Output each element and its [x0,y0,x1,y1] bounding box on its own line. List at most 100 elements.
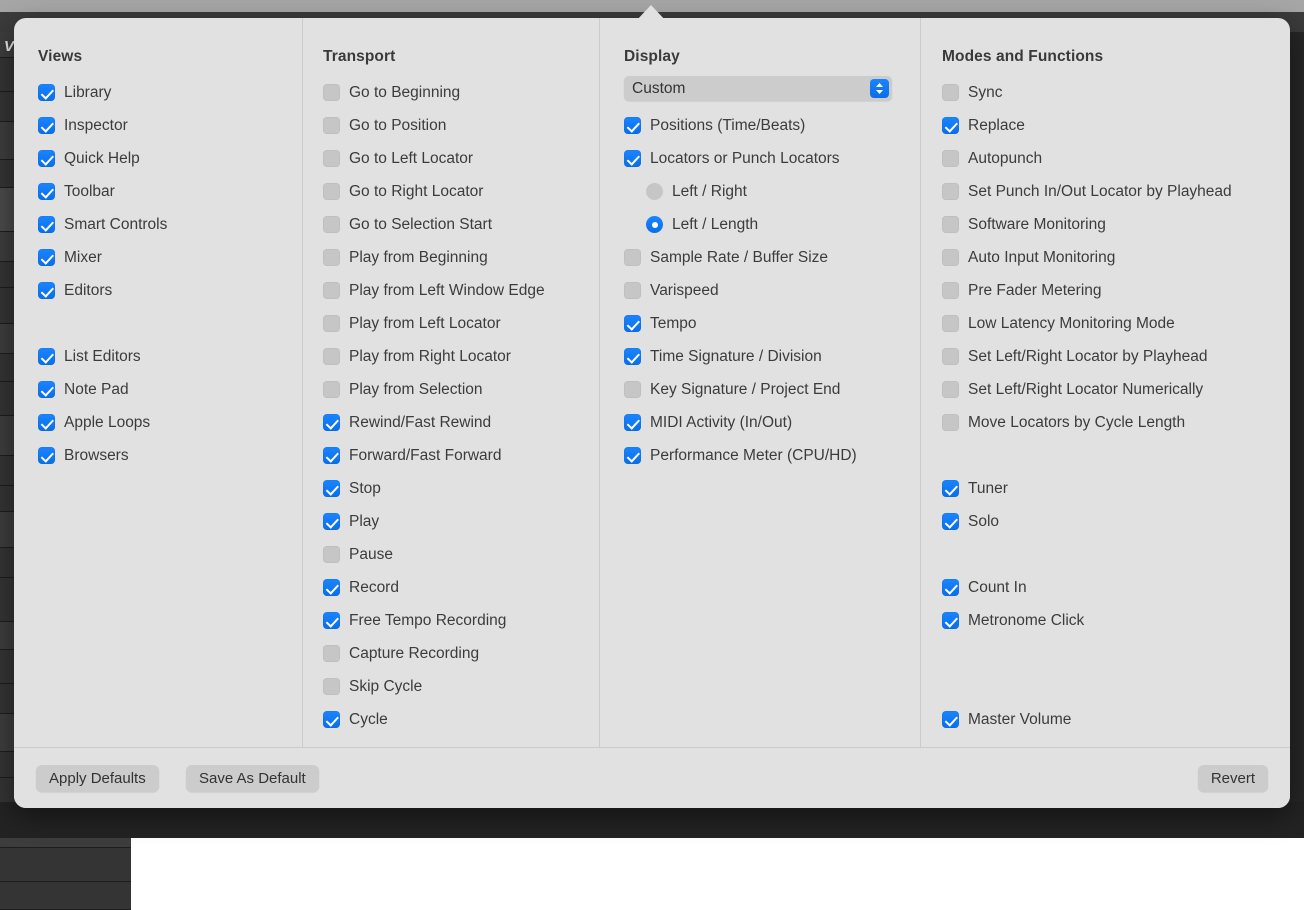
checkbox-icon[interactable] [624,282,641,299]
checkbox-icon[interactable] [323,711,340,728]
checkbox-play-from-right-locator[interactable]: Play from Right Locator [323,340,599,373]
checkbox-auto-input-monitoring[interactable]: Auto Input Monitoring [942,241,1290,274]
checkbox-icon[interactable] [323,348,340,365]
checkbox-inspector[interactable]: Inspector [38,109,302,142]
checkbox-set-left-right-locator-by-playhead[interactable]: Set Left/Right Locator by Playhead [942,340,1290,373]
checkbox-mixer[interactable]: Mixer [38,241,302,274]
checkbox-icon[interactable] [942,414,959,431]
checkbox-go-to-left-locator[interactable]: Go to Left Locator [323,142,599,175]
checkbox-positions-time-beats[interactable]: Positions (Time/Beats) [624,109,920,142]
checkbox-forward-fast-forward[interactable]: Forward/Fast Forward [323,439,599,472]
checkbox-icon[interactable] [323,579,340,596]
checkbox-icon[interactable] [38,84,55,101]
checkbox-icon[interactable] [942,315,959,332]
checkbox-apple-loops[interactable]: Apple Loops [38,406,302,439]
checkbox-sample-rate-buffer-size[interactable]: Sample Rate / Buffer Size [624,241,920,274]
checkbox-editors[interactable]: Editors [38,274,302,307]
checkbox-note-pad[interactable]: Note Pad [38,373,302,406]
checkbox-move-locators-by-cycle-length[interactable]: Move Locators by Cycle Length [942,406,1290,439]
checkbox-icon[interactable] [38,117,55,134]
checkbox-solo[interactable]: Solo [942,505,1290,538]
checkbox-icon[interactable] [323,447,340,464]
checkbox-icon[interactable] [38,150,55,167]
checkbox-tempo[interactable]: Tempo [624,307,920,340]
checkbox-list-editors[interactable]: List Editors [38,340,302,373]
checkbox-time-signature-division[interactable]: Time Signature / Division [624,340,920,373]
checkbox-go-to-right-locator[interactable]: Go to Right Locator [323,175,599,208]
checkbox-icon[interactable] [323,612,340,629]
checkbox-icon[interactable] [38,249,55,266]
checkbox-icon[interactable] [323,183,340,200]
checkbox-icon[interactable] [323,480,340,497]
checkbox-play[interactable]: Play [323,505,599,538]
checkbox-icon[interactable] [942,612,959,629]
checkbox-go-to-position[interactable]: Go to Position [323,109,599,142]
checkbox-skip-cycle[interactable]: Skip Cycle [323,670,599,703]
checkbox-icon[interactable] [38,381,55,398]
checkbox-free-tempo-recording[interactable]: Free Tempo Recording [323,604,599,637]
checkbox-icon[interactable] [942,249,959,266]
checkbox-icon[interactable] [942,117,959,134]
radio-left-length[interactable]: Left / Length [624,208,920,241]
checkbox-icon[interactable] [323,678,340,695]
checkbox-master-volume[interactable]: Master Volume [942,703,1290,736]
checkbox-tuner[interactable]: Tuner [942,472,1290,505]
checkbox-replace[interactable]: Replace [942,109,1290,142]
radio-button-icon[interactable] [646,216,663,233]
checkbox-play-from-selection[interactable]: Play from Selection [323,373,599,406]
checkbox-toolbar[interactable]: Toolbar [38,175,302,208]
checkbox-software-monitoring[interactable]: Software Monitoring [942,208,1290,241]
checkbox-library[interactable]: Library [38,76,302,109]
checkbox-pause[interactable]: Pause [323,538,599,571]
radio-button-icon[interactable] [646,183,663,200]
checkbox-icon[interactable] [323,84,340,101]
checkbox-icon[interactable] [942,183,959,200]
checkbox-icon[interactable] [38,183,55,200]
radio-left-right[interactable]: Left / Right [624,175,920,208]
checkbox-icon[interactable] [624,315,641,332]
checkbox-icon[interactable] [38,216,55,233]
checkbox-icon[interactable] [323,381,340,398]
checkbox-autopunch[interactable]: Autopunch [942,142,1290,175]
checkbox-icon[interactable] [323,315,340,332]
checkbox-icon[interactable] [942,150,959,167]
checkbox-icon[interactable] [38,414,55,431]
checkbox-icon[interactable] [38,348,55,365]
checkbox-icon[interactable] [942,711,959,728]
checkbox-play-from-beginning[interactable]: Play from Beginning [323,241,599,274]
checkbox-icon[interactable] [323,546,340,563]
checkbox-icon[interactable] [323,282,340,299]
checkbox-icon[interactable] [38,447,55,464]
display-preset-popup-button[interactable]: Custom [624,76,892,101]
checkbox-quick-help[interactable]: Quick Help [38,142,302,175]
checkbox-icon[interactable] [942,282,959,299]
checkbox-go-to-selection-start[interactable]: Go to Selection Start [323,208,599,241]
checkbox-icon[interactable] [323,150,340,167]
apply-defaults-button[interactable]: Apply Defaults [36,765,159,792]
revert-button[interactable]: Revert [1198,765,1268,792]
checkbox-icon[interactable] [323,645,340,662]
checkbox-cycle[interactable]: Cycle [323,703,599,736]
checkbox-sync[interactable]: Sync [942,76,1290,109]
save-as-default-button[interactable]: Save As Default [186,765,319,792]
checkbox-play-from-left-window-edge[interactable]: Play from Left Window Edge [323,274,599,307]
checkbox-icon[interactable] [323,513,340,530]
checkbox-rewind-fast-rewind[interactable]: Rewind/Fast Rewind [323,406,599,439]
checkbox-icon[interactable] [942,216,959,233]
checkbox-set-left-right-locator-numerically[interactable]: Set Left/Right Locator Numerically [942,373,1290,406]
checkbox-icon[interactable] [942,513,959,530]
checkbox-midi-activity-in-out[interactable]: MIDI Activity (In/Out) [624,406,920,439]
checkbox-icon[interactable] [942,381,959,398]
checkbox-icon[interactable] [624,249,641,266]
checkbox-icon[interactable] [624,447,641,464]
checkbox-performance-meter-cpu-hd[interactable]: Performance Meter (CPU/HD) [624,439,920,472]
checkbox-icon[interactable] [624,117,641,134]
checkbox-locators-or-punch-locators[interactable]: Locators or Punch Locators [624,142,920,175]
checkbox-key-signature-project-end[interactable]: Key Signature / Project End [624,373,920,406]
checkbox-icon[interactable] [942,480,959,497]
checkbox-record[interactable]: Record [323,571,599,604]
checkbox-icon[interactable] [38,282,55,299]
checkbox-set-punch-in-out-locator-by-playhead[interactable]: Set Punch In/Out Locator by Playhead [942,175,1290,208]
checkbox-icon[interactable] [942,84,959,101]
checkbox-icon[interactable] [323,414,340,431]
